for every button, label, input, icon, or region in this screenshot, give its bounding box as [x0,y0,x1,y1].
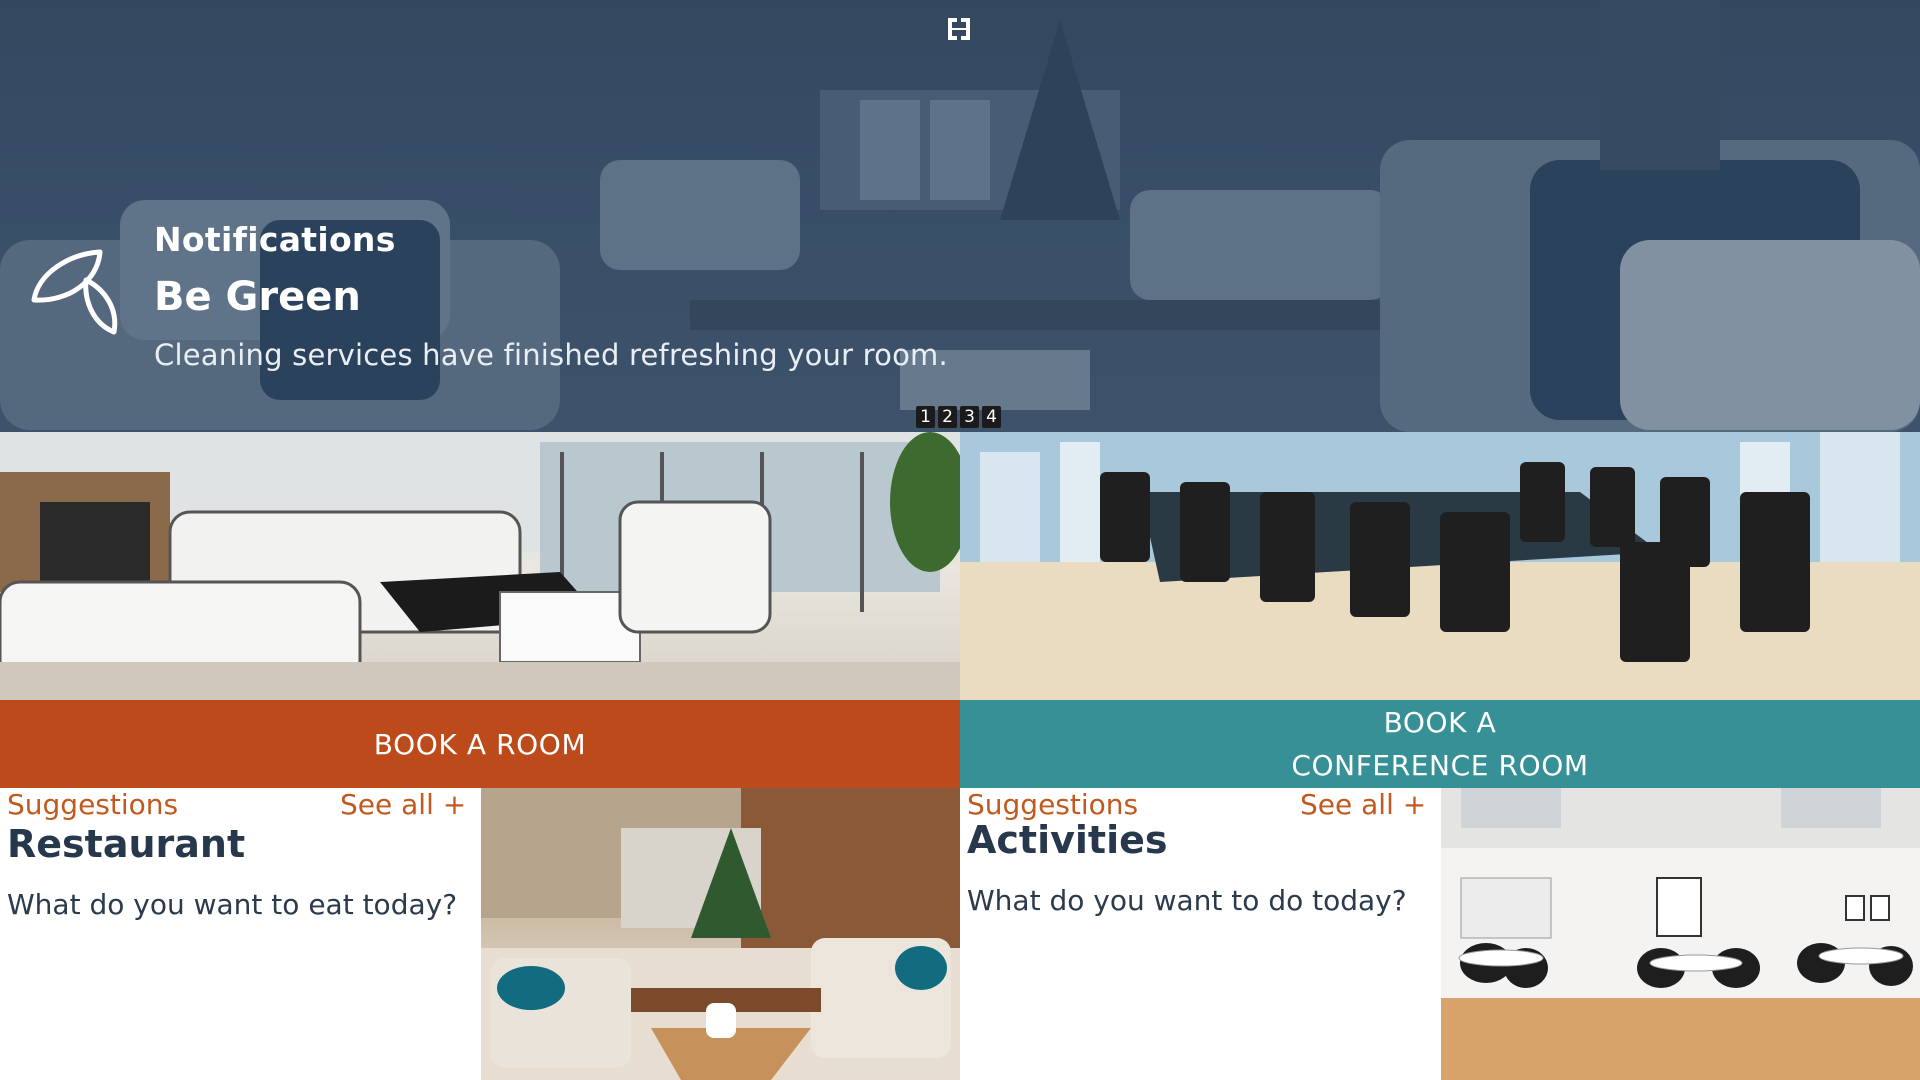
notifications-heading: Notifications [154,220,396,259]
conference-room-image [960,432,1920,700]
pager-dot[interactable]: 1 [916,406,935,428]
activities-question: What do you want to do today? [967,884,1407,917]
lounge-image [481,788,960,1080]
living-room-image [0,432,960,700]
pager-dot[interactable]: 2 [938,406,957,428]
pager-dot[interactable]: 3 [960,406,979,428]
notification-title: Be Green [154,274,361,320]
banner-pager: 1 2 3 4 [916,406,1001,428]
activities-suggestion-card[interactable]: Suggestions See all + Activities What do… [960,788,1920,1080]
conference-room-photo[interactable] [960,432,1920,700]
see-all-restaurant-link[interactable]: See all + [340,788,466,821]
book-room-label: BOOK A ROOM [373,727,587,761]
book-room-button[interactable]: BOOK A ROOM [0,700,960,788]
see-all-activities-link[interactable]: See all + [1300,788,1426,821]
activities-title: Activities [967,818,1168,862]
pager-dot[interactable]: 4 [982,406,1001,428]
room-photo[interactable] [0,432,960,700]
suggestions-label: Suggestions [967,788,1139,821]
hotel-logo-icon[interactable] [942,12,976,46]
notification-banner[interactable]: Notifications Be Green Cleaning services… [0,0,1920,432]
restaurant-question: What do you want to eat today? [7,888,458,921]
activities-photo[interactable] [1441,788,1920,1080]
leaf-icon [31,249,118,335]
book-conference-room-button[interactable]: BOOK A CONFERENCE ROOM [960,700,1920,788]
book-conference-label-line2: CONFERENCE ROOM [1291,749,1589,782]
notification-message: Cleaning services have finished refreshi… [154,338,948,372]
suggestions-label: Suggestions [7,788,179,821]
restaurant-suggestion-card[interactable]: Suggestions See all + Restaurant What do… [0,788,960,1080]
cafe-room-image [1441,788,1920,1080]
restaurant-title: Restaurant [7,822,246,866]
restaurant-photo[interactable] [481,788,960,1080]
book-conference-label-line1: BOOK A [1383,706,1497,739]
